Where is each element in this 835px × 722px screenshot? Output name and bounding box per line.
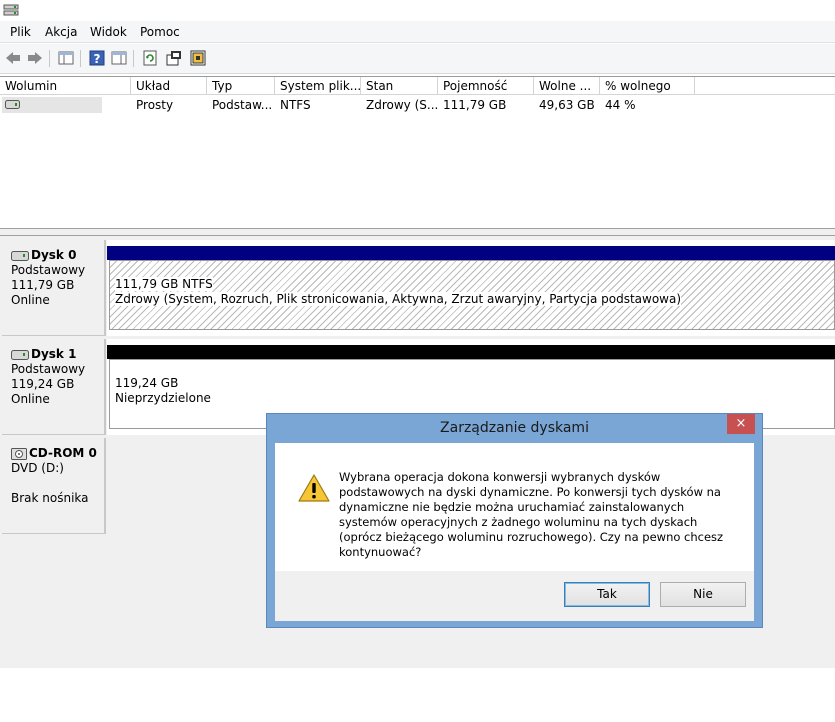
- disk-management-icon: [3, 4, 19, 16]
- cdrom-0-size: [11, 476, 104, 491]
- action-pane-button[interactable]: [110, 49, 128, 67]
- disk-1-label[interactable]: Dysk 1 Podstawowy 119,24 GB Online: [2, 339, 106, 435]
- unallocated-bar: [107, 345, 835, 359]
- menu-view[interactable]: Widok: [90, 25, 127, 39]
- window-titlebar: [0, 0, 835, 21]
- disk-icon: [11, 349, 29, 360]
- forward-button[interactable]: [26, 49, 44, 67]
- forward-arrow-icon: [28, 52, 42, 64]
- column-percent-free[interactable]: % wolnego: [600, 77, 695, 95]
- back-button[interactable]: [4, 49, 22, 67]
- help-icon: ?: [89, 50, 105, 66]
- cdrom-0-label[interactable]: CD-ROM 0 DVD (D:) Brak nośnika: [2, 438, 106, 534]
- volume-filesystem: NTFS: [280, 98, 311, 112]
- column-volume[interactable]: Wolumin: [0, 77, 131, 95]
- disk-0-partition-body[interactable]: 111,79 GB NTFS Zdrowy (System, Rozruch, …: [109, 260, 835, 330]
- help-button[interactable]: ?: [88, 49, 106, 67]
- volume-percent-free: 44 %: [605, 98, 636, 112]
- disk-0-partition[interactable]: 111,79 GB NTFS Zdrowy (System, Rozruch, …: [107, 240, 835, 336]
- disk-icon: [11, 250, 29, 261]
- volume-type: Podstaw...: [212, 98, 273, 112]
- dialog-body: Wybrana operacja dokona konwersji wybran…: [275, 443, 754, 571]
- back-arrow-icon: [6, 52, 20, 64]
- column-status[interactable]: Stan: [361, 77, 438, 95]
- refresh-icon: [143, 50, 157, 66]
- column-layout[interactable]: Układ: [131, 77, 207, 95]
- cdrom-0-name: CD-ROM 0: [29, 446, 97, 460]
- disk-1-partition-size: 119,24 GB: [115, 376, 179, 390]
- volume-name: [20, 96, 100, 114]
- disk-0-state: Online: [11, 293, 50, 307]
- cdrom-0-state: Brak nośnika: [11, 491, 89, 505]
- cdrom-0-type: DVD (D:): [11, 461, 64, 475]
- settings-button[interactable]: [189, 49, 207, 67]
- dialog-button-bar: Tak Nie: [275, 571, 754, 621]
- console-tree-icon: [58, 51, 74, 65]
- disk-1-partition-status: Nieprzydzielone: [115, 391, 211, 405]
- table-row[interactable]: Prosty Podstaw... NTFS Zdrowy (S... 111,…: [0, 96, 835, 114]
- dialog-message: Wybrana operacja dokona konwersji wybran…: [339, 470, 724, 559]
- volume-list: Wolumin Układ Typ System plik... Stan Po…: [0, 76, 835, 228]
- disk-row-0: Dysk 0 Podstawowy 111,79 GB Online 111,7…: [2, 240, 835, 336]
- disk-0-partition-size: 111,79 GB NTFS: [115, 277, 213, 291]
- disk-1-name: Dysk 1: [31, 347, 77, 361]
- yes-button[interactable]: Tak: [564, 582, 650, 607]
- dialog-title: Zarządzanie dyskami: [440, 420, 589, 436]
- menu-help[interactable]: Pomoc: [140, 25, 180, 39]
- disk-0-size: 111,79 GB: [11, 278, 75, 292]
- convert-dynamic-dialog: Zarządzanie dyskami × Wybrana operacja d…: [266, 413, 763, 628]
- warning-icon: [298, 474, 330, 502]
- column-capacity[interactable]: Pojemność: [438, 77, 534, 95]
- svg-text:?: ?: [94, 52, 101, 66]
- menu-bar: Plik Akcja Widok Pomoc: [0, 21, 835, 43]
- settings-icon: [190, 50, 206, 66]
- column-filesystem[interactable]: System plik...: [275, 77, 361, 95]
- disk-1-state: Online: [11, 392, 50, 406]
- disk-0-partition-status: Zdrowy (System, Rozruch, Plik stronicowa…: [115, 292, 682, 306]
- column-free-space[interactable]: Wolne ...: [534, 77, 600, 95]
- column-type[interactable]: Typ: [207, 77, 275, 95]
- show-hide-tree-button[interactable]: [57, 49, 75, 67]
- disk-1-type: Podstawowy: [11, 362, 86, 376]
- volume-list-header: Wolumin Układ Typ System plik... Stan Po…: [0, 77, 835, 95]
- disk-0-type: Podstawowy: [11, 263, 86, 277]
- properties-button[interactable]: [165, 49, 183, 67]
- refresh-button[interactable]: [141, 49, 159, 67]
- no-button[interactable]: Nie: [660, 582, 746, 607]
- volume-layout: Prosty: [136, 98, 174, 112]
- disk-0-name: Dysk 0: [31, 248, 77, 262]
- properties-icon: [166, 51, 181, 66]
- primary-partition-bar: [107, 246, 835, 260]
- menu-action[interactable]: Akcja: [45, 25, 77, 39]
- volume-free-space: 49,63 GB: [539, 98, 595, 112]
- cdrom-icon: [11, 447, 27, 460]
- disk-0-label[interactable]: Dysk 0 Podstawowy 111,79 GB Online: [2, 240, 106, 336]
- volume-status: Zdrowy (S...: [366, 98, 438, 112]
- toolbar: ?: [0, 44, 835, 74]
- volume-capacity: 111,79 GB: [443, 98, 507, 112]
- action-pane-icon: [111, 51, 127, 65]
- dialog-close-button[interactable]: ×: [727, 414, 755, 434]
- pane-splitter[interactable]: [0, 228, 835, 236]
- disk-1-size: 119,24 GB: [11, 377, 75, 391]
- menu-file[interactable]: Plik: [10, 25, 31, 39]
- volume-drive-icon: [5, 100, 20, 109]
